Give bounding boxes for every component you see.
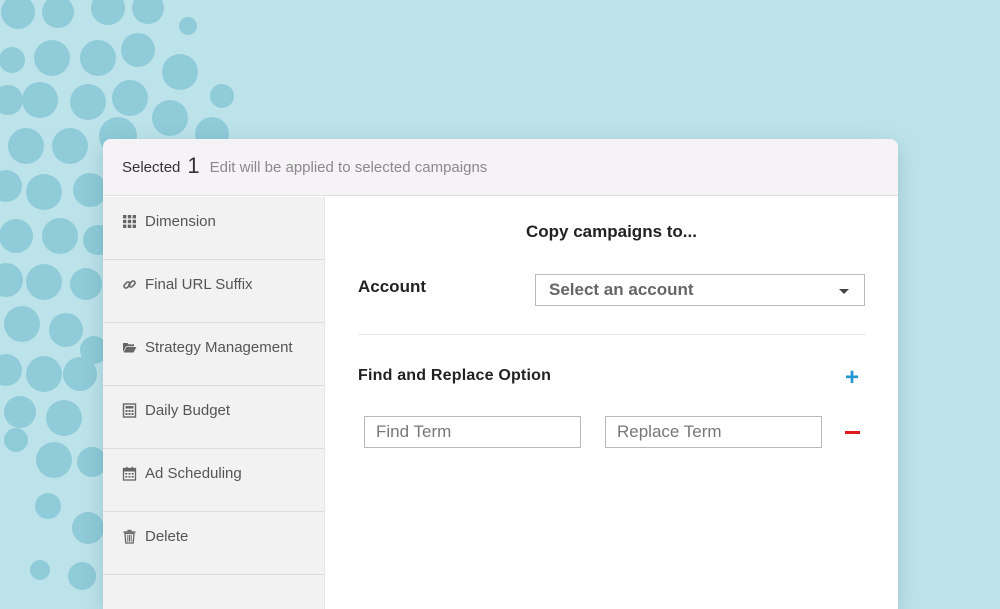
decorative-dot [52,128,88,164]
decorative-dot [30,560,50,580]
plus-icon: + [844,364,859,391]
decorative-dot [70,84,106,120]
decorative-dot [121,33,155,67]
account-select-value: Select an account [549,280,694,299]
sidebar-item-label: Dimension [145,213,216,230]
decorative-dot [0,263,23,297]
sidebar-item-strategy-management[interactable]: Strategy Management [103,323,324,386]
remove-find-replace-row-button[interactable] [843,423,861,441]
selection-note: Edit will be applied to selected campaig… [209,158,488,176]
find-term-input[interactable] [364,416,581,448]
edit-options-sidebar: Dimension Final URL Suffix Strategy Mana… [103,197,325,609]
decorative-dot [4,306,40,342]
copy-campaigns-form: Copy campaigns to... Account Select an a… [325,197,898,609]
decorative-dot [68,562,96,590]
decorative-dot [4,396,36,428]
decorative-dot [1,0,35,29]
selection-header: Selected 1 Edit will be applied to selec… [103,139,898,196]
decorative-dot [162,54,198,90]
decorative-dot [26,356,62,392]
find-replace-label: Find and Replace Option [358,367,552,384]
decorative-dot [26,174,62,210]
calendar-icon [122,466,137,481]
decorative-dot [4,428,28,452]
sidebar-item-label: Daily Budget [145,402,231,419]
decorative-dot [0,85,23,115]
section-divider [358,334,866,335]
decorative-dot [34,40,70,76]
decorative-dot [0,170,22,202]
decorative-dot [46,400,82,436]
decorative-dot [8,128,44,164]
decorative-dot [26,264,62,300]
decorative-dot [35,493,61,519]
decorative-dot [63,357,97,391]
decorative-dot [80,40,116,76]
decorative-dot [42,218,78,254]
decorative-dot [91,0,125,25]
trash-icon [122,529,137,544]
account-label: Account [358,277,426,296]
folder-open-icon [122,340,137,355]
link-icon [122,277,137,292]
sidebar-item-daily-budget[interactable]: Daily Budget [103,386,324,449]
decorative-dot [152,100,188,136]
sidebar-item-dimension[interactable]: Dimension [103,197,324,260]
decorative-dot [72,512,104,544]
sidebar-item-label: Strategy Management [145,339,293,356]
decorative-dot [0,219,33,253]
decorative-dot [22,82,58,118]
add-find-replace-row-button[interactable]: + [842,366,862,390]
sidebar-item-ad-scheduling[interactable]: Ad Scheduling [103,449,324,512]
decorative-dot [179,17,197,35]
decorative-dot [210,84,234,108]
selected-count: 1 [187,153,200,178]
replace-term-input[interactable] [605,416,822,448]
selected-label: Selected [122,158,181,176]
decorative-dot [73,173,107,207]
decorative-dot [112,80,148,116]
sidebar-item-label: Final URL Suffix [145,276,253,293]
caret-down-icon [839,289,849,294]
calculator-icon [122,403,137,418]
decorative-dot [132,0,164,24]
decorative-dot [49,313,83,347]
decorative-dot [0,354,22,386]
bulk-edit-panel: Selected 1 Edit will be applied to selec… [103,139,898,609]
decorative-dot [42,0,74,28]
decorative-dot [0,47,25,73]
account-select[interactable]: Select an account [535,274,865,306]
grid-icon [122,214,137,229]
sidebar-item-final-url-suffix[interactable]: Final URL Suffix [103,260,324,323]
decorative-dot [70,268,102,300]
decorative-dot [36,442,72,478]
form-title: Copy campaigns to... [526,222,697,241]
sidebar-item-delete[interactable]: Delete [103,512,324,575]
sidebar-item-label: Ad Scheduling [145,465,242,482]
sidebar-item-label: Delete [145,528,189,545]
